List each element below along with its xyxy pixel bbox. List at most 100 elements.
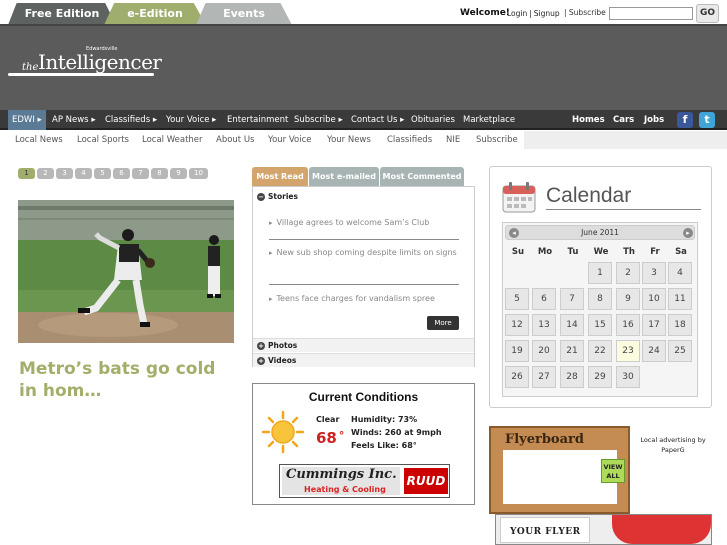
story-link[interactable]: ▸ Teens face charges for vandalism spree [269,292,459,306]
story-link[interactable]: ▸ Village agrees to welcome Sam’s Club [269,216,459,230]
subnav-your-news[interactable]: Your News [327,131,371,149]
subnav-about-us[interactable]: About Us [216,131,254,149]
calendar-day[interactable]: 26 [505,366,529,388]
login-link[interactable]: Login [507,9,527,18]
search-input[interactable] [609,7,693,20]
calendar-day[interactable]: 24 [642,340,666,362]
nav-obituaries[interactable]: Obituaries [411,110,455,130]
ad-cummings-name: Cummings Inc. [286,467,397,482]
slide-page-3[interactable]: 3 [56,168,73,179]
calendar-day[interactable]: 15 [588,314,612,336]
stories-section-header[interactable]: − Stories [257,192,298,201]
nav-marketplace[interactable]: Marketplace [463,110,515,130]
calendar-day[interactable]: 7 [560,288,584,310]
calendar-day[interactable]: 1 [588,262,612,284]
calendar-day[interactable]: 13 [532,314,556,336]
subnav-local-sports[interactable]: Local Sports [77,131,129,149]
nav-jobs[interactable]: Jobs [644,110,664,130]
calendar-day[interactable]: 27 [532,366,556,388]
featured-headline[interactable]: Metro’s bats go cold in hom… [19,358,239,402]
more-button[interactable]: More [427,316,459,330]
subnav-local-weather[interactable]: Local Weather [142,131,203,149]
flyer-ad-credit[interactable]: Local advertising by PaperG [638,435,708,455]
current-conditions-widget: Current Conditions Clear 68 ° Humidity: 7… [252,383,475,505]
tab-free-edition[interactable]: Free Edition [8,3,116,25]
next-month-icon[interactable]: ▸ [683,228,693,238]
calendar-day[interactable]: 6 [532,288,556,310]
nav-subscribe[interactable]: Subscribe ▸ [294,110,343,130]
nav-homes[interactable]: Homes [572,110,605,130]
dow-label: Mo [537,247,553,257]
expand-icon: + [257,342,265,350]
calendar-day[interactable]: 18 [668,314,692,336]
calendar-day[interactable]: 3 [642,262,666,284]
tab-most-read[interactable]: Most Read [252,167,308,186]
tab-most-emailed[interactable]: Most e-mailed [309,167,379,186]
calendar-day[interactable]: 11 [668,288,692,310]
calendar-day[interactable]: 10 [642,288,666,310]
calendar-title: Calendar [546,184,632,207]
view-all-button[interactable]: VIEW ALL [601,459,625,483]
subnav-nie[interactable]: NIE [446,131,460,149]
nav-contact-us[interactable]: Contact Us ▸ [351,110,404,130]
tab-events[interactable]: Events [196,3,292,25]
calendar-day[interactable]: 16 [616,314,640,336]
subscribe-link[interactable]: | Subscribe [564,8,606,17]
nav-edwi[interactable]: EDWI ▸ [8,110,46,130]
nav-classifieds[interactable]: Classifieds ▸ [105,110,157,130]
slide-page-8[interactable]: 8 [151,168,168,179]
dow-label: Th [623,247,635,257]
calendar-day[interactable]: 4 [668,262,692,284]
calendar-day[interactable]: 5 [505,288,529,310]
your-flyer-banner[interactable]: YOUR FLYER [495,514,712,545]
calendar-day[interactable]: 23 [616,340,640,362]
cummings-ad[interactable]: Cummings Inc. Heating & Cooling RUUD [279,464,450,498]
calendar-day[interactable]: 21 [560,340,584,362]
story-link[interactable]: ▸ New sub shop coming despite limits on s… [269,246,459,260]
twitter-icon[interactable]: t [699,112,715,128]
nav-ap-news[interactable]: AP News ▸ [52,110,96,130]
videos-section[interactable]: + Videos [253,353,474,367]
calendar-day[interactable]: 8 [588,288,612,310]
calendar-day[interactable]: 17 [642,314,666,336]
calendar-header: ◂ June 2011 ▸ [505,225,695,240]
calendar-day[interactable]: 22 [588,340,612,362]
subnav-local-news[interactable]: Local News [15,131,63,149]
top-bar: Free Edition e-Edition Events Welcome! L… [0,0,727,25]
subnav-your-voice[interactable]: Your Voice [268,131,311,149]
calendar-day[interactable]: 12 [505,314,529,336]
slide-page-10[interactable]: 10 [189,168,208,179]
slide-page-1[interactable]: 1 [18,168,35,179]
calendar-day[interactable]: 29 [588,366,612,388]
main-nav: EDWI ▸ AP News ▸ Classifieds ▸ Your Voic… [0,110,727,130]
calendar-day[interactable]: 14 [560,314,584,336]
subnav-classifieds[interactable]: Classifieds [387,131,432,149]
slide-page-2[interactable]: 2 [37,168,54,179]
facebook-icon[interactable]: f [677,112,693,128]
featured-photo[interactable] [18,200,234,343]
slide-page-7[interactable]: 7 [132,168,149,179]
photos-section[interactable]: + Photos [253,338,474,352]
go-button[interactable]: GO [696,4,719,23]
slide-page-5[interactable]: 5 [94,168,111,179]
nav-your-voice[interactable]: Your Voice ▸ [166,110,216,130]
calendar-day[interactable]: 2 [616,262,640,284]
calendar-day[interactable]: 20 [532,340,556,362]
calendar-day[interactable]: 19 [505,340,529,362]
tab-most-commented[interactable]: Most Commented [380,167,464,186]
calendar-day[interactable]: 25 [668,340,692,362]
calendar-day[interactable]: 30 [616,366,640,388]
calendar-day[interactable]: 9 [616,288,640,310]
sun-icon [261,410,305,454]
signup-link[interactable]: Signup [534,9,560,18]
slide-page-4[interactable]: 4 [75,168,92,179]
slide-page-6[interactable]: 6 [113,168,130,179]
subnav-subscribe[interactable]: Subscribe [476,131,518,149]
slide-page-9[interactable]: 9 [170,168,187,179]
arrow-right-icon: ▸ [269,295,273,303]
calendar-day[interactable]: 28 [560,366,584,388]
tab-e-edition[interactable]: e-Edition [104,3,206,25]
nav-entertainment[interactable]: Entertainment [227,110,288,130]
feels-like: Feels Like: 68° [351,441,417,450]
nav-cars[interactable]: Cars [613,110,634,130]
